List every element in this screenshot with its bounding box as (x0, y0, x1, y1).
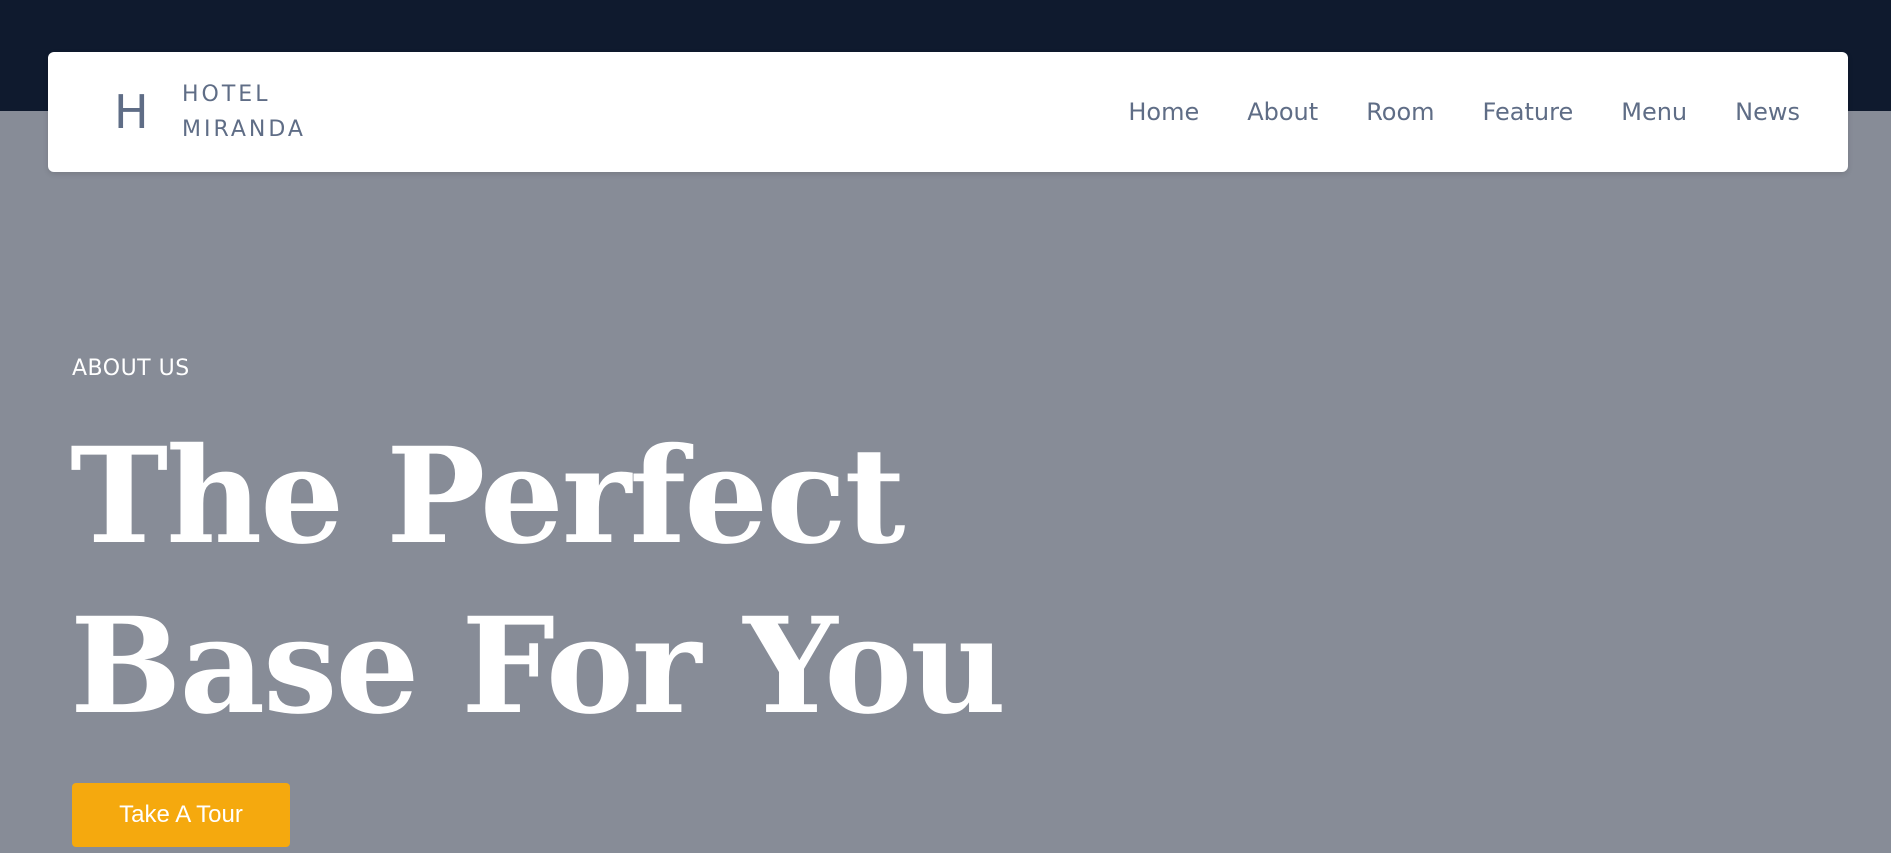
hero-headline-line1: The Perfect (70, 419, 906, 574)
hero-headline-line2: Base For You (70, 589, 1006, 744)
logo[interactable]: H HOTEL MIRANDA (114, 82, 306, 142)
logo-name-line2: MIRANDA (182, 117, 306, 142)
navbar: H HOTEL MIRANDA Home About Room Feature … (48, 52, 1848, 172)
logo-name-line1: HOTEL (182, 82, 271, 107)
main-nav: Home About Room Feature Menu News (1128, 52, 1800, 172)
hero-eyebrow: ABOUT US (72, 356, 190, 381)
take-a-tour-button[interactable]: Take A Tour (72, 783, 290, 847)
page: H HOTEL MIRANDA Home About Room Feature … (0, 0, 1891, 853)
nav-link-news[interactable]: News (1735, 98, 1800, 126)
hero-headline: The Perfect Base For You (70, 412, 1006, 752)
nav-link-home[interactable]: Home (1128, 98, 1199, 126)
nav-link-about[interactable]: About (1247, 98, 1318, 126)
logo-letter: H (114, 85, 149, 139)
nav-link-feature[interactable]: Feature (1483, 98, 1574, 126)
nav-link-room[interactable]: Room (1366, 98, 1434, 126)
nav-link-menu[interactable]: Menu (1621, 98, 1687, 126)
logo-wordmark: HOTEL MIRANDA (182, 77, 306, 147)
